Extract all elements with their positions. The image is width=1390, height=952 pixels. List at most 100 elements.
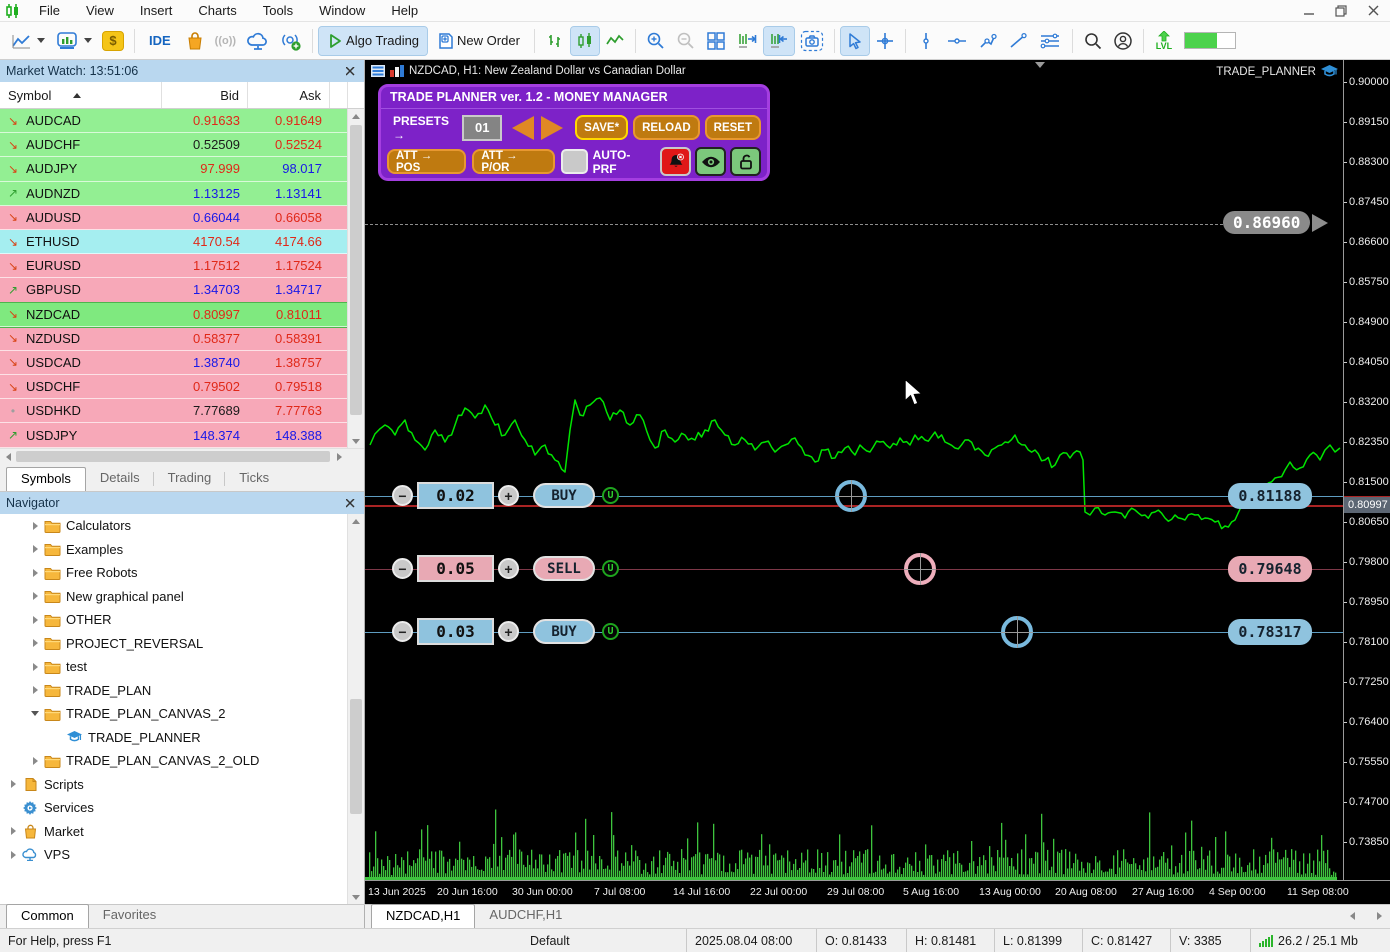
chart-shift-button[interactable] [762,25,795,56]
close-button[interactable] [1366,5,1380,17]
market-watch-close-icon[interactable] [342,63,358,79]
market-watch-row[interactable]: • USDHKD 7.77689 7.77763 [0,399,364,424]
market-watch-row[interactable]: ↘ NZDUSD 0.58377 0.58391 [0,326,364,351]
navigator-item-market[interactable]: Market [0,820,364,844]
auto-prf-checkbox[interactable] [561,149,588,174]
one-click-trading-icon[interactable] [390,65,404,77]
minimize-button[interactable] [1302,5,1316,17]
side-pill-buy[interactable]: BUY [533,619,595,644]
tree-chevron-icon[interactable] [6,780,20,789]
reload-button[interactable]: RELOAD [633,115,700,140]
cursor-tool-button[interactable] [839,25,870,56]
scrollbar-thumb[interactable] [350,125,362,415]
tree-chevron-icon[interactable] [28,711,42,717]
navigator-item-trade-plan-canvas-2-old[interactable]: TRADE_PLAN_CANVAS_2_OLD [0,749,364,773]
status-profile[interactable]: Default [522,929,687,952]
market-watch-row[interactable]: ↗ AUDNZD 1.13125 1.13141 [0,181,364,206]
chart-tab-audchf-h1[interactable]: AUDCHF,H1 [475,904,576,928]
navigator-item-trade-plan-canvas-2[interactable]: TRADE_PLAN_CANVAS_2 [0,702,364,726]
menu-item-window[interactable]: Window [306,0,378,22]
market-watch-vscrollbar[interactable] [347,109,364,448]
chart-area[interactable]: NZDCAD, H1: New Zealand Dollar vs Canadi… [365,60,1390,904]
target-handle[interactable] [904,553,936,585]
market-watch-column-header[interactable]: Symbol Bid Ask [0,82,364,109]
screenshot-button[interactable] [796,27,828,55]
menu-item-file[interactable]: File [26,0,73,22]
navigator-item-scripts[interactable]: Scripts [0,773,364,797]
polyline-tool-button[interactable] [974,27,1002,55]
chart-type-button[interactable] [6,27,49,55]
tree-chevron-icon[interactable] [28,686,42,695]
time-axis[interactable]: 13 Jun 2025 20 Jun 16:00 30 Jun 00:00 7 Jul… [365,880,1390,904]
preset-prev-button[interactable] [512,115,535,140]
tree-chevron-icon[interactable] [6,827,20,836]
alert-line[interactable] [365,224,1223,225]
target-handle[interactable] [1001,616,1033,648]
trade-planner-panel[interactable]: TRADE PLANNER ver. 1.2 - MONEY MANAGER P… [378,84,770,181]
preset-next-button[interactable] [541,115,564,140]
bar-chart-mode-button[interactable] [541,27,569,55]
scroll-up-icon[interactable] [348,109,364,123]
navigator-close-icon[interactable] [342,495,358,511]
tree-chevron-icon[interactable] [28,592,42,601]
tab-details[interactable]: Details [86,467,154,491]
price-scale[interactable]: 0.90000 0.89150 0.88300 0.87450 0.86600 0.857… [1343,60,1390,880]
deposit-button[interactable]: $ [98,27,128,55]
market-watch-row[interactable]: ↘ AUDCAD 0.91633 0.91649 [0,109,364,134]
market-watch-hscrollbar[interactable] [0,448,364,464]
lock-button[interactable] [730,147,761,176]
navigator-item-vps[interactable]: VPS [0,843,364,867]
market-watch-row[interactable]: ↘ USDCAD 1.38740 1.38757 [0,350,364,376]
market-store-button[interactable] [181,27,209,55]
market-watch-row[interactable]: ↗ GBPUSD 1.34703 1.34717 [0,278,364,303]
navigator-item-free-robots[interactable]: Free Robots [0,561,364,585]
navigator-item-examples[interactable]: Examples [0,538,364,562]
tab-trading[interactable]: Trading [154,467,226,491]
side-pill-buy[interactable]: BUY [533,483,595,508]
auto-scroll-button[interactable] [732,27,762,55]
tab-ticks[interactable]: Ticks [225,467,283,491]
navigator-item-trade-plan[interactable]: TRADE_PLAN [0,679,364,703]
zoom-out-button[interactable] [672,27,700,55]
navigator-item-test[interactable]: test [0,655,364,679]
market-watch-row[interactable]: ↘ AUDJPY 97.999 98.017 [0,157,364,182]
navigator-item-project-reversal[interactable]: PROJECT_REVERSAL [0,632,364,656]
tree-chevron-icon[interactable] [28,521,42,530]
tab-favorites[interactable]: Favorites [89,904,170,928]
tree-chevron-icon[interactable] [28,662,42,671]
line-chart-mode-button[interactable] [601,27,629,55]
algo-trading-button[interactable]: Algo Trading [318,25,429,56]
alerts-off-button[interactable] [660,147,692,176]
level-up-button[interactable]: LVL [1150,27,1178,55]
power-toggle-button[interactable]: U [602,487,619,504]
reset-button[interactable]: RESET [704,115,761,140]
market-watch-row[interactable]: ↘ AUDUSD 0.66044 0.66058 [0,205,364,230]
candle-chart-mode-button[interactable] [569,25,600,56]
menu-item-help[interactable]: Help [378,0,431,22]
power-toggle-button[interactable]: U [602,623,619,640]
alert-price-tag[interactable]: 0.86960 [1223,211,1329,234]
attach-position-button[interactable]: ATT → POS [387,149,467,174]
market-watch-row[interactable]: ↘ AUDCHF 0.52509 0.52524 [0,133,364,158]
levels-tool-button[interactable] [1034,27,1066,55]
save-button[interactable]: SAVE* [575,115,629,140]
market-watch-row[interactable]: ↘ NZDCAD 0.80997 0.81011 [0,301,364,328]
crosshair-tool-button[interactable] [871,27,899,55]
cloud-button[interactable] [242,27,274,55]
navigator-item-trade-planner[interactable]: TRADE_PLANNER [0,726,364,750]
chart-profile-button[interactable] [51,27,96,55]
tree-chevron-icon[interactable] [28,568,42,577]
depth-of-market-icon[interactable] [371,65,385,77]
market-watch-row[interactable]: ↘ ETHUSD 4170.54 4174.66 [0,229,364,255]
market-watch-row[interactable]: ↘ USDCHF 0.79502 0.79518 [0,375,364,400]
search-button[interactable] [1079,27,1107,55]
scroll-down-icon[interactable] [348,434,364,448]
new-order-button[interactable]: New Order [429,27,528,55]
increase-lot-button[interactable]: + [498,558,519,579]
attach-pending-button[interactable]: ATT → P/OR [472,149,556,174]
tree-chevron-icon[interactable] [28,639,42,648]
side-pill-sell[interactable]: SELL [533,556,595,581]
chart-tab-scroll-arrows[interactable] [1350,912,1382,920]
zoom-in-button[interactable] [642,27,670,55]
navigator-item-other[interactable]: OTHER [0,608,364,632]
